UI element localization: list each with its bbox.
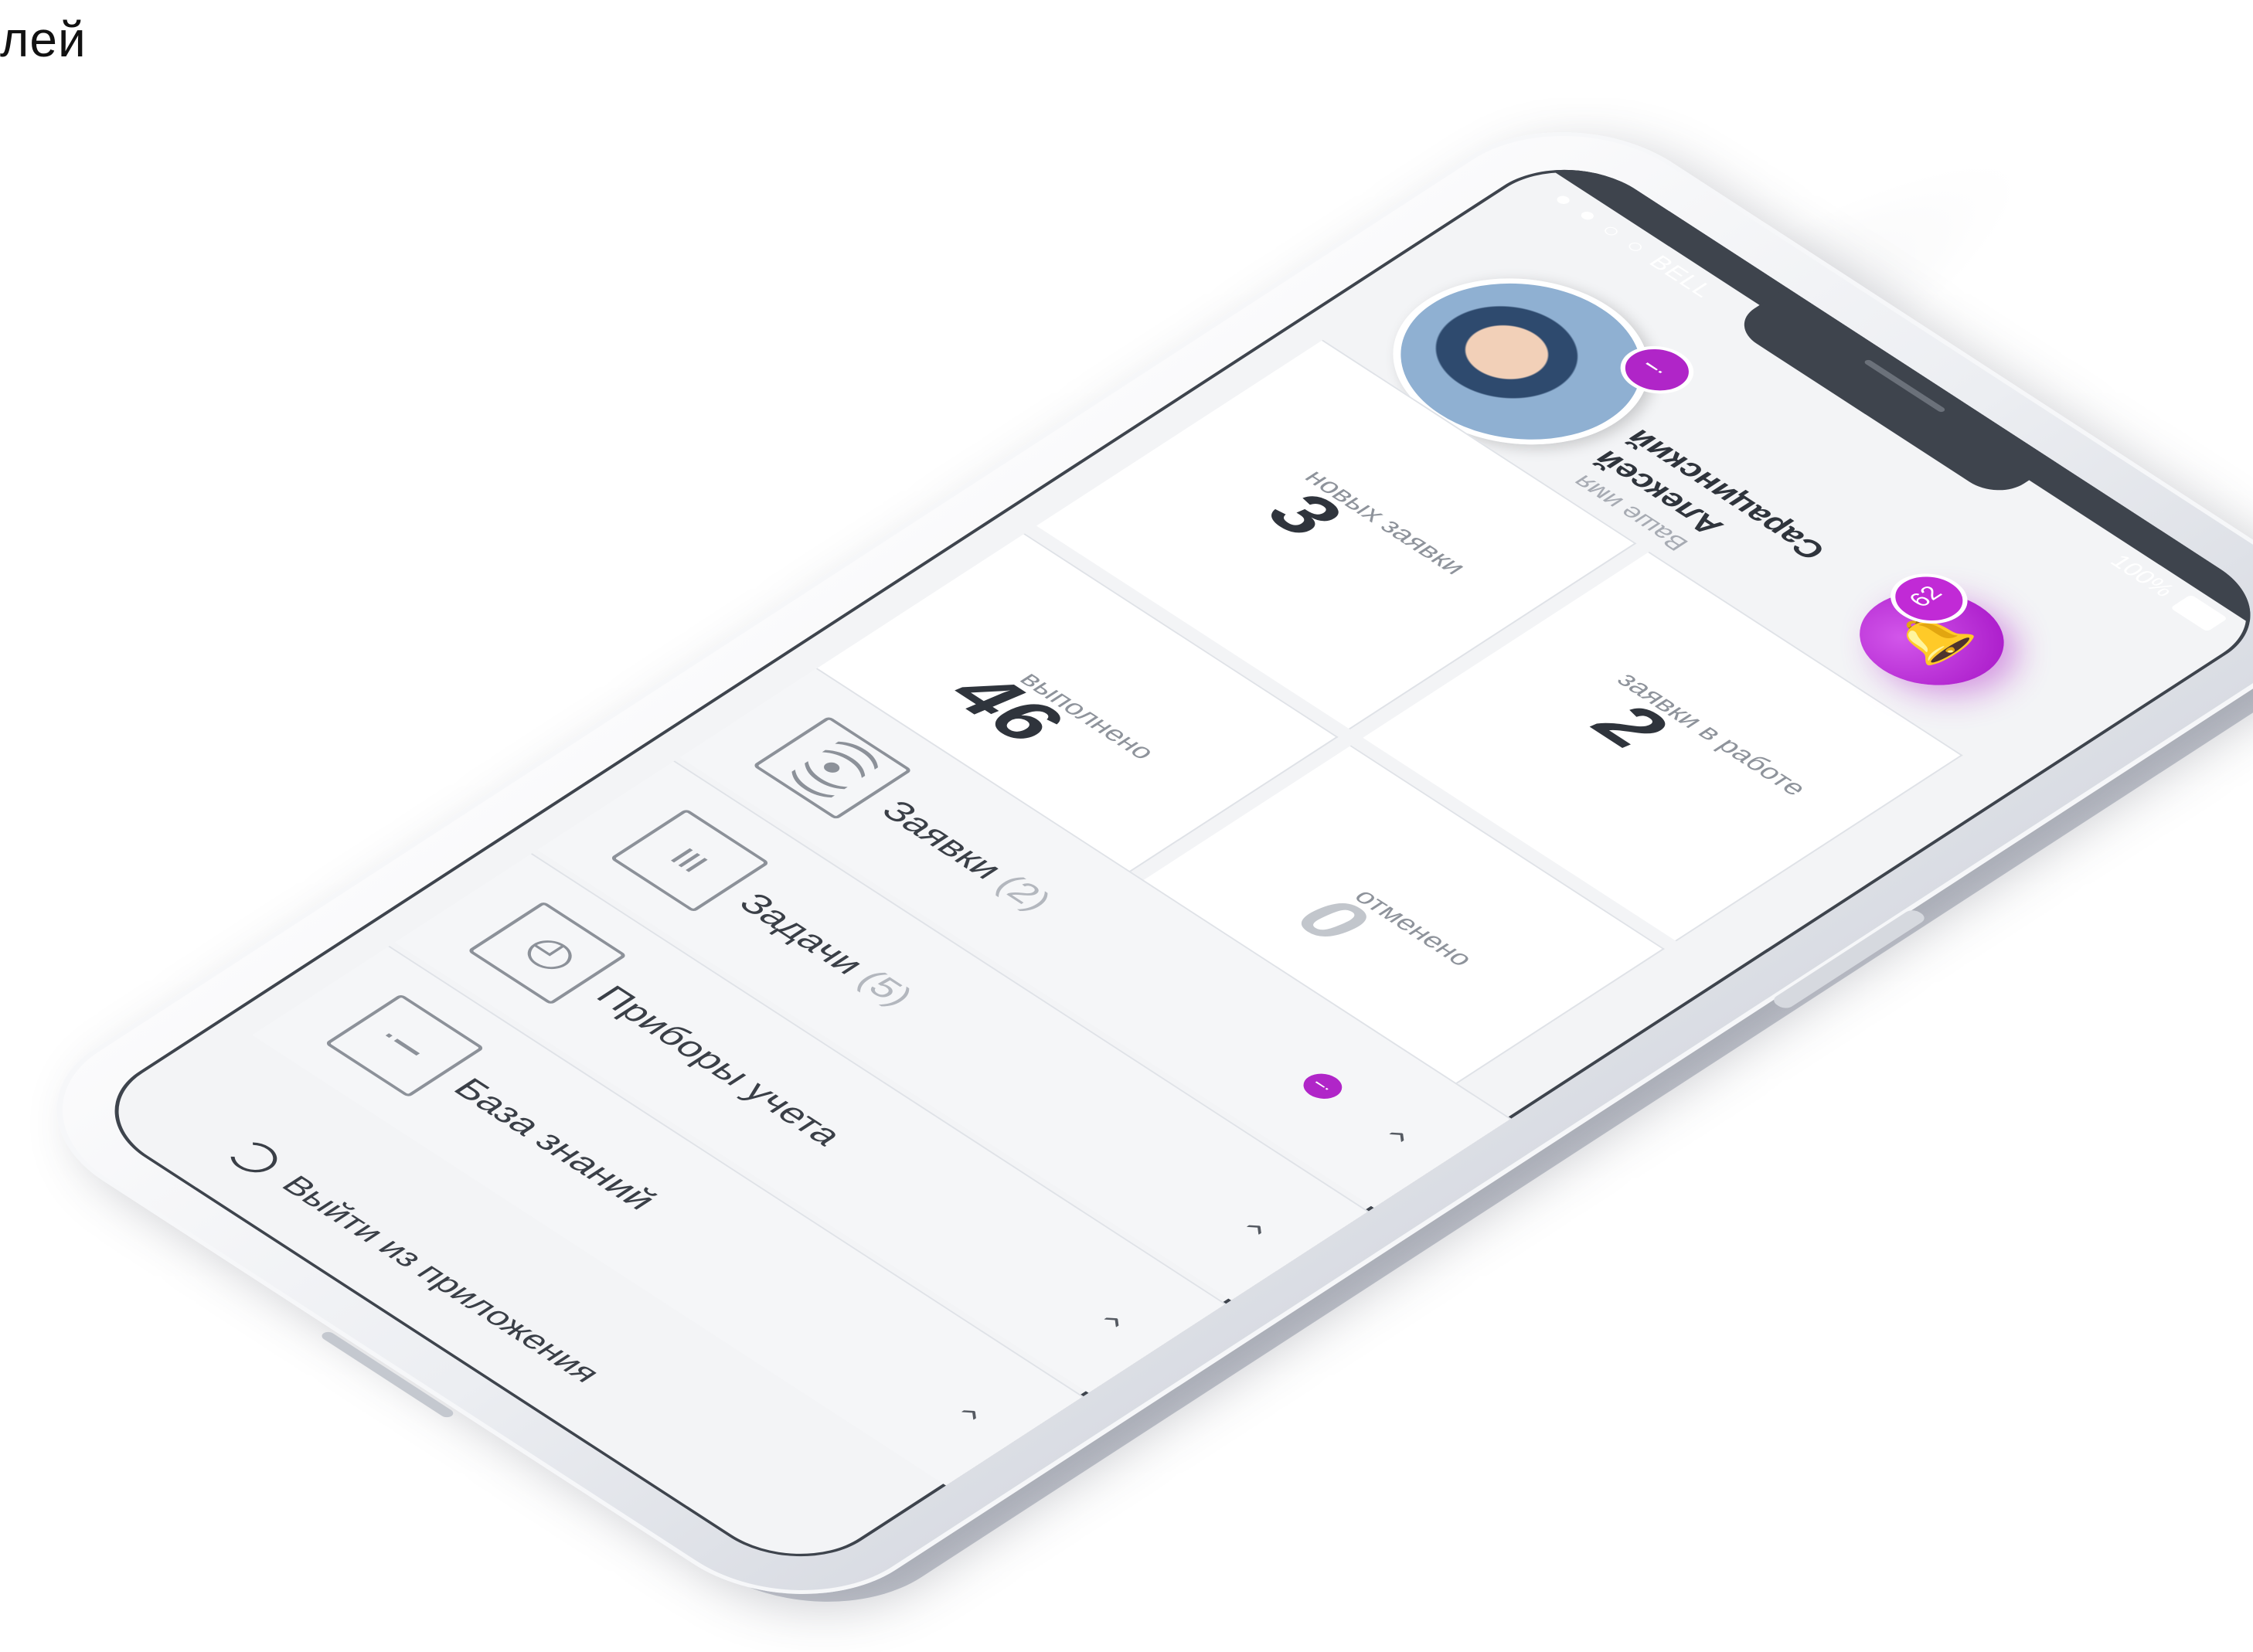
info-icon: i (324, 993, 485, 1098)
stat-caption: отменено (1347, 885, 1480, 971)
notifications-button[interactable]: 🔔 62 (1829, 563, 2034, 705)
radio-signal-icon: ((•)) (752, 716, 913, 821)
power-icon (221, 1136, 287, 1179)
app-screen: ●●○○ BELL 100% ! Ваше имя Алексей Сараци… (76, 144, 2253, 1582)
list-icon: ≡ (609, 808, 771, 913)
menu-item-label: Заявки (2) (873, 794, 1061, 917)
chevron-right-icon: › (1232, 1212, 1277, 1242)
notification-dot: ! (1295, 1068, 1350, 1104)
chevron-right-icon: › (947, 1397, 992, 1427)
phone-mockup-stage: ●●○○ BELL 100% ! Ваше имя Алексей Сараци… (0, 0, 2253, 1640)
menu-item-label: Задачи (5) (730, 886, 923, 1012)
chevron-right-icon: › (1089, 1305, 1134, 1334)
phone-body: ●●○○ BELL 100% ! Ваше имя Алексей Сараци… (0, 93, 2253, 1633)
phone-device: ●●○○ BELL 100% ! Ваше имя Алексей Сараци… (0, 93, 2253, 1640)
meter-icon: ◷ (467, 901, 628, 1005)
notifications-count-badge: 62 (1874, 563, 1984, 634)
chevron-right-icon: › (1374, 1120, 1419, 1149)
